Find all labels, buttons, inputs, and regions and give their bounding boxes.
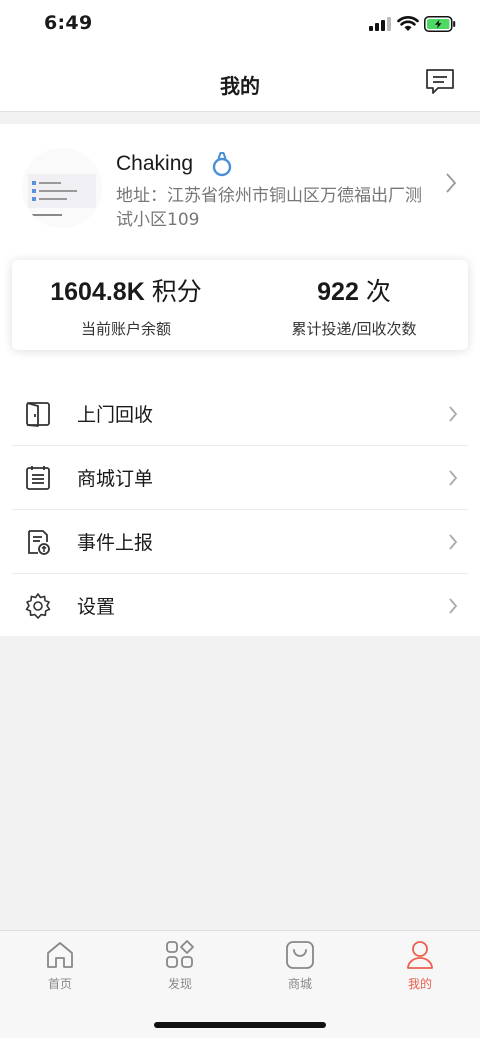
tab-label: 首页	[47, 977, 72, 991]
chevron-right-icon	[449, 470, 458, 486]
order-list-icon	[26, 466, 50, 490]
tab-mine[interactable]: 我的	[360, 939, 480, 992]
menu-item-event-report[interactable]: 事件上报	[12, 510, 468, 574]
tab-shop[interactable]: 商城	[240, 939, 360, 992]
stats-card: 1604.8K 积分 当前账户余额 922 次 累计投递/回收次数	[12, 260, 468, 350]
avatar[interactable]	[22, 148, 102, 228]
ring-icon	[212, 152, 232, 177]
tab-home[interactable]: 首页	[0, 939, 120, 992]
nav-bar: 我的	[0, 52, 480, 112]
count-value: 922 次	[317, 277, 391, 306]
gear-icon	[25, 593, 51, 619]
profile-section: Chaking 地址：江苏省徐州市铜山区万德福出厂测试小区109 1604.8K…	[0, 124, 480, 636]
chevron-right-icon	[449, 406, 458, 422]
points-value: 1604.8K 积分	[50, 277, 202, 306]
tab-label: 我的	[407, 977, 432, 991]
user-icon	[407, 941, 433, 969]
tab-label: 商城	[287, 977, 312, 991]
menu-list: 上门回收 商城订单 事件上报 设置	[0, 382, 480, 638]
discover-icon	[166, 940, 194, 968]
menu-label: 事件上报	[77, 532, 154, 554]
page-title: 我的	[220, 74, 260, 98]
status-bar: 6:49	[0, 0, 480, 52]
shop-icon	[286, 941, 314, 969]
chevron-right-icon	[449, 598, 458, 614]
cellular-signal-icon	[369, 17, 391, 31]
chevron-right-icon	[449, 534, 458, 550]
door-icon	[26, 402, 50, 427]
menu-label: 上门回收	[77, 404, 154, 426]
report-icon	[28, 530, 50, 555]
status-time: 6:49	[44, 12, 93, 34]
home-indicator	[154, 1022, 326, 1028]
menu-item-shop-orders[interactable]: 商城订单	[12, 446, 468, 510]
count-label: 累计投递/回收次数	[291, 320, 417, 338]
menu-label: 商城订单	[77, 468, 154, 490]
battery-charging-icon	[424, 16, 456, 32]
points-balance-stat[interactable]: 1604.8K 积分 当前账户余额	[12, 272, 240, 339]
wifi-icon	[397, 16, 419, 31]
message-icon[interactable]	[424, 68, 456, 96]
tab-label: 发现	[167, 977, 192, 991]
menu-label: 设置	[77, 596, 116, 618]
avatar-image	[22, 148, 102, 228]
delivery-count-stat[interactable]: 922 次 累计投递/回收次数	[240, 272, 468, 339]
tab-discover[interactable]: 发现	[120, 939, 240, 992]
menu-item-settings[interactable]: 设置	[12, 574, 468, 638]
chevron-right-icon	[446, 173, 457, 193]
menu-item-door-recycle[interactable]: 上门回收	[12, 382, 468, 446]
home-icon	[47, 942, 73, 968]
points-label: 当前账户余额	[80, 320, 171, 338]
username: Chaking	[116, 152, 194, 175]
user-address: 地址：江苏省徐州市铜山区万德福出厂测试小区109	[116, 186, 422, 230]
